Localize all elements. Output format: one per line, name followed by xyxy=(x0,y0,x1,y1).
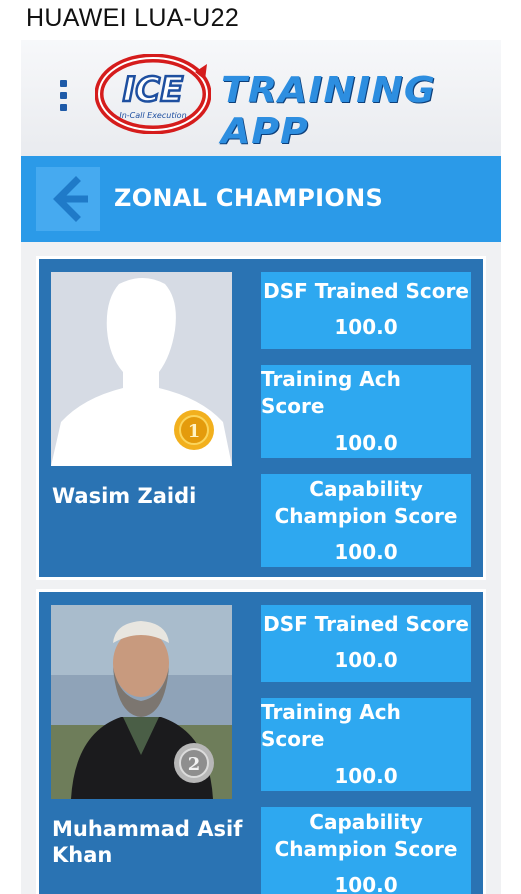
training-ach-score[interactable]: Training Ach Score 100.0 xyxy=(261,365,471,458)
champion-name: Muhammad Asif Khan xyxy=(52,817,243,867)
rank-badge: 1 xyxy=(188,421,201,442)
gold-medal-icon: 1 xyxy=(174,410,214,450)
score-value: 100.0 xyxy=(334,315,398,339)
champion-photo: 2 xyxy=(51,605,232,799)
champion-name: Wasim Zaidi xyxy=(52,484,197,508)
app-frame: ICE In-Call Execution TRAINING APP ZONAL… xyxy=(21,40,501,894)
score-value: 100.0 xyxy=(334,540,398,564)
device-name: HUAWEI LUA-U22 xyxy=(26,4,240,32)
score-label: Training Ach Score xyxy=(261,367,401,418)
title-bar: ZONAL CHAMPIONS xyxy=(21,156,501,242)
logo-text: ICE xyxy=(123,70,184,110)
score-value: 100.0 xyxy=(334,648,398,672)
logo-tagline: In-Call Execution xyxy=(119,111,186,120)
page-title: ZONAL CHAMPIONS xyxy=(114,184,384,212)
score-label: DSF Trained Score xyxy=(263,279,469,303)
dsf-trained-score[interactable]: DSF Trained Score 100.0 xyxy=(261,605,471,682)
app-header: ICE In-Call Execution TRAINING APP xyxy=(21,40,501,156)
score-label: DSF Trained Score xyxy=(263,612,469,636)
champion-card[interactable]: 1 Wasim Zaidi DSF Trained Score 100.0 Tr… xyxy=(36,256,486,580)
score-label: Capability Champion Score xyxy=(274,477,458,528)
app-title: TRAINING APP xyxy=(221,70,436,152)
champion-photo: 1 xyxy=(51,272,232,466)
capability-champion-score[interactable]: Capability Champion Score 100.0 xyxy=(261,807,471,894)
silver-medal-icon: 2 xyxy=(174,743,214,783)
kebab-menu-icon[interactable] xyxy=(57,80,69,114)
score-value: 100.0 xyxy=(334,431,398,455)
back-button[interactable] xyxy=(36,167,100,231)
dsf-trained-score[interactable]: DSF Trained Score 100.0 xyxy=(261,272,471,349)
score-label: Capability Champion Score xyxy=(274,810,458,861)
champion-card[interactable]: 2 Muhammad Asif Khan DSF Trained Score 1… xyxy=(36,589,486,894)
score-value: 100.0 xyxy=(334,764,398,788)
ice-logo: ICE In-Call Execution xyxy=(94,53,212,135)
arrow-left-icon xyxy=(53,176,88,222)
rank-badge: 2 xyxy=(188,754,201,775)
training-ach-score[interactable]: Training Ach Score 100.0 xyxy=(261,698,471,791)
score-value: 100.0 xyxy=(334,873,398,894)
capability-champion-score[interactable]: Capability Champion Score 100.0 xyxy=(261,474,471,567)
score-label: Training Ach Score xyxy=(261,700,401,751)
